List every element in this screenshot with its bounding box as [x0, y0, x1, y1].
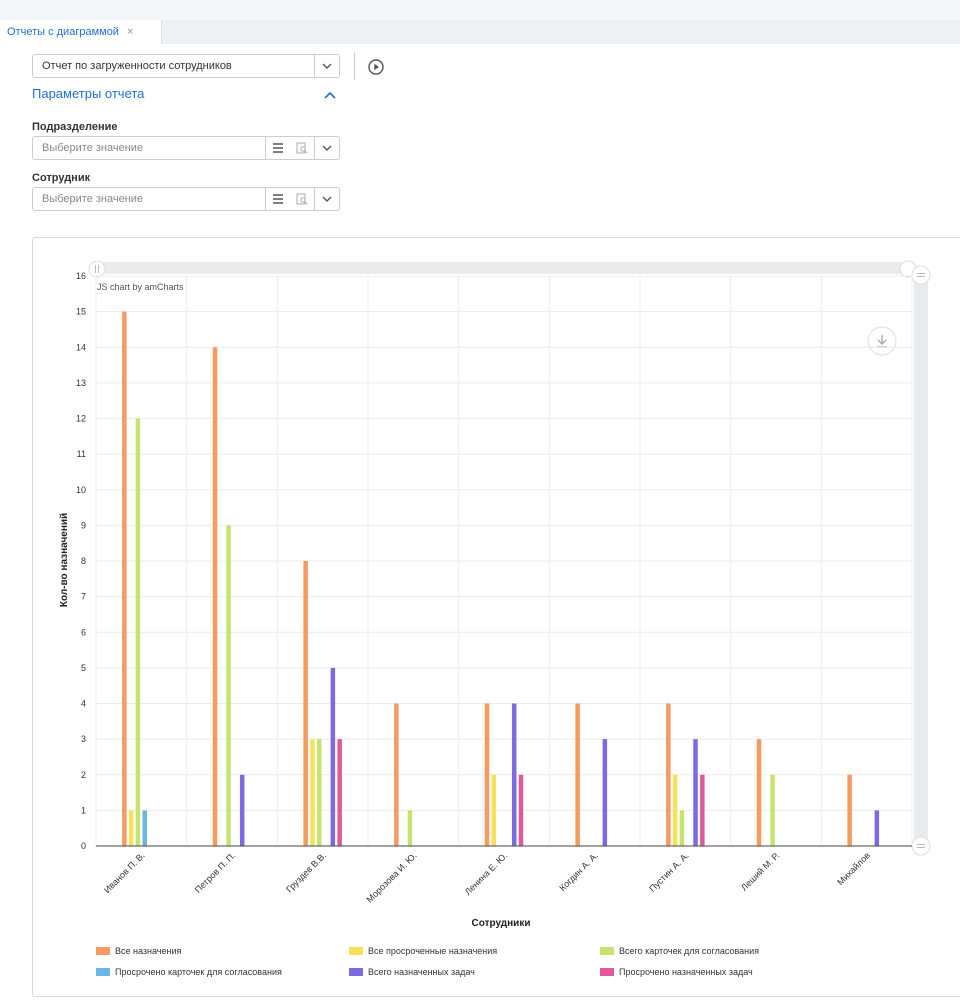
legend-label: Всего назначенных задач [368, 967, 475, 977]
lookup-icon[interactable] [290, 137, 314, 159]
tab-reports-with-chart[interactable]: Отчеты с диаграммой × [0, 20, 162, 44]
legend-label: Просрочено назначенных задач [619, 967, 753, 977]
lookup-icon[interactable] [290, 188, 314, 210]
close-icon[interactable]: × [127, 26, 133, 38]
list-icon[interactable] [265, 137, 290, 159]
legend-label: Просрочено карточек для согласования [115, 967, 282, 977]
legend-swatch [96, 947, 110, 955]
toolbar-divider [354, 52, 355, 80]
department-label: Подразделение [32, 121, 118, 133]
report-select-value: Отчет по загруженности сотрудников [42, 60, 232, 72]
legend-item[interactable]: Все назначения [96, 946, 181, 956]
legend-swatch [349, 947, 363, 955]
chevron-down-icon[interactable] [314, 137, 339, 159]
employee-field[interactable]: Выберите значение [32, 187, 340, 211]
chevron-down-icon[interactable] [314, 188, 339, 210]
legend-swatch [600, 968, 614, 976]
department-field[interactable]: Выберите значение [32, 136, 340, 160]
params-title[interactable]: Параметры отчета [32, 86, 144, 101]
legend-item[interactable]: Просрочено карточек для согласования [96, 967, 282, 977]
employee-label: Сотрудник [32, 172, 91, 184]
legend-item[interactable]: Просрочено назначенных задач [600, 967, 753, 977]
legend-label: Все назначения [115, 946, 182, 956]
legend-swatch [600, 947, 614, 955]
legend-item[interactable]: Всего карточек для согласования [600, 946, 759, 956]
run-report-icon[interactable] [368, 59, 384, 75]
department-placeholder: Выберите значение [42, 142, 144, 154]
chart-container [32, 237, 960, 997]
tab-label: Отчеты с диаграммой [7, 26, 119, 38]
legend-swatch [96, 968, 110, 976]
legend-swatch [349, 968, 363, 976]
list-icon[interactable] [265, 188, 290, 210]
legend-item[interactable]: Всего назначенных задач [349, 967, 475, 977]
legend-label: Всего карточек для согласования [619, 946, 759, 956]
legend-label: Все просроченные назначения [368, 946, 498, 956]
tab-bar: Отчеты с диаграммой × [0, 20, 960, 44]
report-select[interactable]: Отчет по загруженности сотрудников [32, 54, 340, 78]
employee-placeholder: Выберите значение [42, 193, 144, 205]
chevron-down-icon[interactable] [314, 55, 339, 77]
chevron-up-icon[interactable] [324, 88, 336, 102]
legend-item[interactable]: Все просроченные назначения [349, 946, 497, 956]
